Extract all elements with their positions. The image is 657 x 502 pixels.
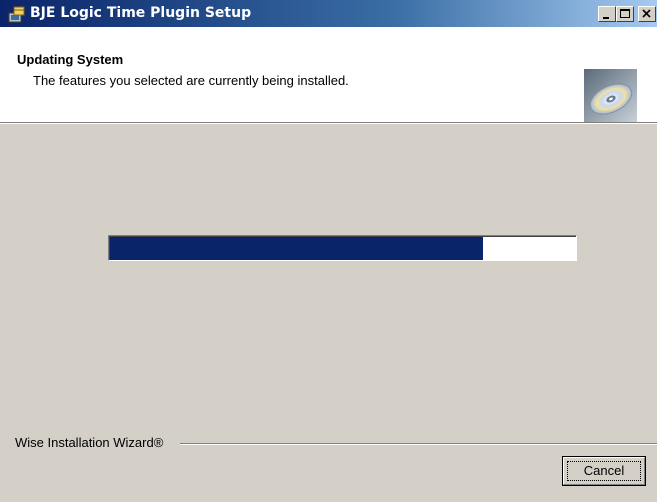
footer-divider-highlight [180, 444, 657, 445]
close-icon [642, 9, 651, 18]
installer-window: BJE Logic Time Plugin Setup Updating Sys… [0, 0, 657, 502]
close-button[interactable] [638, 6, 656, 22]
cd-icon [584, 69, 637, 122]
maximize-button[interactable] [616, 6, 634, 22]
install-progress-bar [108, 235, 577, 261]
setup-icon [8, 6, 25, 23]
header-banner: Updating System The features you selecte… [0, 27, 657, 122]
page-title: Updating System [17, 52, 124, 67]
progress-fill [110, 237, 483, 260]
title-bar[interactable]: BJE Logic Time Plugin Setup [0, 0, 657, 27]
page-subtitle: The features you selected are currently … [33, 73, 349, 88]
maximize-icon [620, 9, 630, 18]
minimize-button[interactable] [598, 6, 616, 22]
window-title: BJE Logic Time Plugin Setup [30, 5, 252, 21]
minimize-icon [603, 17, 609, 19]
wizard-brand-label: Wise Installation Wizard® [15, 435, 168, 450]
cancel-button[interactable]: Cancel [562, 456, 646, 486]
header-divider-highlight [0, 123, 657, 124]
cancel-button-label: Cancel [567, 461, 641, 481]
progress-track [109, 236, 576, 260]
